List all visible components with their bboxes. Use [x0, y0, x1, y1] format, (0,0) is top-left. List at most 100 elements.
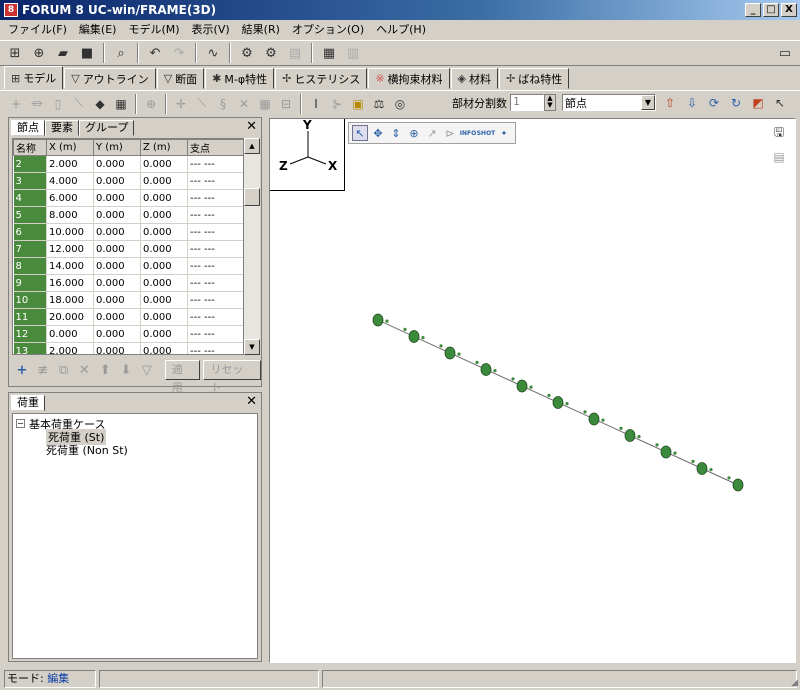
menu-file[interactable]: ファイル(F) — [2, 20, 73, 39]
cell-z[interactable]: 0.000 — [140, 342, 188, 354]
table-row[interactable]: 2 2.000 0.000 0.000 --- --- — [13, 155, 243, 173]
cell-z[interactable]: 0.000 — [140, 257, 188, 275]
model-node[interactable] — [696, 462, 708, 475]
element-cross-icon[interactable]: ✕ — [234, 94, 254, 114]
move-up-icon[interactable]: ⬆ — [96, 361, 114, 379]
model-node[interactable] — [552, 396, 564, 409]
cell-y[interactable]: 0.000 — [93, 223, 141, 241]
cell-z[interactable]: 0.000 — [140, 240, 188, 258]
delete-row-icon[interactable]: ✕ — [75, 361, 93, 379]
scroll-down-icon[interactable]: ▼ — [244, 339, 260, 355]
cell-z[interactable]: 0.000 — [140, 223, 188, 241]
menu-options[interactable]: オプション(O) — [286, 20, 370, 39]
cell-support[interactable]: --- --- — [187, 308, 243, 326]
col-support-header[interactable]: 支点 — [187, 139, 243, 156]
cell-z[interactable]: 0.000 — [140, 172, 188, 190]
menu-model[interactable]: モデル(M) — [122, 20, 185, 39]
tab-hysteresis[interactable]: ✢ ヒステリシス — [275, 68, 368, 89]
spring-node-icon[interactable]: ⊕ — [141, 94, 161, 114]
cell-y[interactable]: 0.000 — [93, 172, 141, 190]
report-icon[interactable]: ▤ — [284, 42, 306, 64]
tree-node-dead-load-nonst[interactable]: 死荷重 (Non St) — [16, 443, 254, 457]
model-node[interactable] — [408, 330, 420, 343]
resize-grip-icon[interactable]: ◢ — [791, 678, 798, 688]
table-icon[interactable]: ▦ — [318, 42, 340, 64]
element-grid-icon[interactable]: ▦ — [255, 94, 275, 114]
cell-support[interactable]: --- --- — [187, 155, 243, 173]
cell-name[interactable]: 7 — [13, 240, 47, 258]
menu-view[interactable]: 表示(V) — [186, 20, 236, 39]
add-member-icon[interactable]: ⏛ — [27, 94, 47, 114]
cell-name[interactable]: 10 — [13, 291, 47, 309]
table-row[interactable]: 10 18.000 0.000 0.000 --- --- — [13, 291, 243, 309]
cell-z[interactable]: 0.000 — [140, 274, 188, 292]
apply-button[interactable]: 適用 — [164, 360, 201, 394]
cell-name[interactable]: 9 — [13, 274, 47, 292]
new-model-icon[interactable]: ⊞ — [4, 42, 26, 64]
element-spring-icon[interactable]: § — [213, 94, 233, 114]
model-node[interactable] — [732, 478, 744, 492]
col-x-header[interactable]: X (m) — [46, 139, 94, 156]
run-icon[interactable]: ⚙ — [260, 42, 282, 64]
chevron-down-icon[interactable]: ▼ — [641, 95, 655, 110]
download-icon[interactable]: ⇩ — [682, 93, 702, 113]
element-add-icon[interactable]: ✛ — [171, 94, 191, 114]
cell-support[interactable]: --- --- — [187, 223, 243, 241]
division-count-input[interactable]: 1 — [510, 94, 544, 111]
menu-results[interactable]: 結果(R) — [236, 20, 286, 39]
tab-groups[interactable]: グループ — [79, 120, 135, 136]
menu-help[interactable]: ヘルプ(H) — [370, 20, 432, 39]
cell-name[interactable]: 13 — [13, 342, 47, 354]
cell-support[interactable]: --- --- — [187, 206, 243, 224]
filter-icon[interactable]: ▽ — [138, 361, 156, 379]
copy-row-icon[interactable]: ⧉ — [55, 361, 73, 379]
export-icon[interactable]: ▥ — [342, 42, 364, 64]
close-button[interactable]: X — [781, 3, 797, 17]
cell-y[interactable]: 0.000 — [93, 189, 141, 207]
tab-confinement[interactable]: ※ 横拘束材料 — [368, 68, 450, 89]
cell-x[interactable]: 4.000 — [46, 172, 94, 190]
cell-y[interactable]: 0.000 — [93, 308, 141, 326]
model-node[interactable] — [480, 363, 492, 376]
model-node[interactable] — [444, 346, 456, 360]
cell-x[interactable]: 10.000 — [46, 223, 94, 241]
cell-y[interactable]: 0.000 — [93, 274, 141, 292]
selection-mode-select[interactable]: 節点 ▼ — [562, 94, 656, 111]
minimize-button[interactable]: _ — [745, 3, 761, 17]
cell-x[interactable]: 12.000 — [46, 240, 94, 258]
model-node[interactable] — [624, 429, 636, 442]
undo-icon[interactable]: ↶ — [144, 42, 166, 64]
table-row[interactable]: 3 4.000 0.000 0.000 --- --- — [13, 172, 243, 190]
table-row[interactable]: 12 0.000 0.000 0.000 --- --- — [13, 325, 243, 343]
model-scene[interactable] — [270, 119, 795, 662]
tab-model[interactable]: ⊞ モデル — [4, 66, 64, 89]
i-beam-icon[interactable]: Ⅰ — [306, 94, 326, 114]
cell-name[interactable]: 6 — [13, 223, 47, 241]
cell-y[interactable]: 0.000 — [93, 206, 141, 224]
cell-name[interactable]: 3 — [13, 172, 47, 190]
cell-y[interactable]: 0.000 — [93, 325, 141, 343]
cell-name[interactable]: 4 — [13, 189, 47, 207]
cell-support[interactable]: --- --- — [187, 240, 243, 258]
cell-y[interactable]: 0.000 — [93, 257, 141, 275]
cell-support[interactable]: --- --- — [187, 342, 243, 354]
cell-x[interactable]: 14.000 — [46, 257, 94, 275]
move-icon[interactable]: ◆ — [90, 94, 110, 114]
print-preview-icon[interactable]: ⌕ — [110, 42, 132, 64]
cell-support[interactable]: --- --- — [187, 257, 243, 275]
cell-support[interactable]: --- --- — [187, 274, 243, 292]
collapse-icon[interactable]: − — [16, 419, 25, 428]
tab-spring[interactable]: ✢ ばね特性 — [499, 68, 570, 89]
cell-support[interactable]: --- --- — [187, 325, 243, 343]
cell-x[interactable]: 16.000 — [46, 274, 94, 292]
col-name-header[interactable]: 名称 — [13, 139, 47, 156]
cell-support[interactable]: --- --- — [187, 189, 243, 207]
tab-section[interactable]: ▽ 断面 — [156, 68, 205, 89]
add-model-icon[interactable]: ⊕ — [28, 42, 50, 64]
cell-y[interactable]: 0.000 — [93, 240, 141, 258]
cell-name[interactable]: 8 — [13, 257, 47, 275]
close-icon[interactable]: ✕ — [246, 394, 257, 409]
cell-x[interactable]: 18.000 — [46, 291, 94, 309]
cell-z[interactable]: 0.000 — [140, 291, 188, 309]
cell-z[interactable]: 0.000 — [140, 189, 188, 207]
